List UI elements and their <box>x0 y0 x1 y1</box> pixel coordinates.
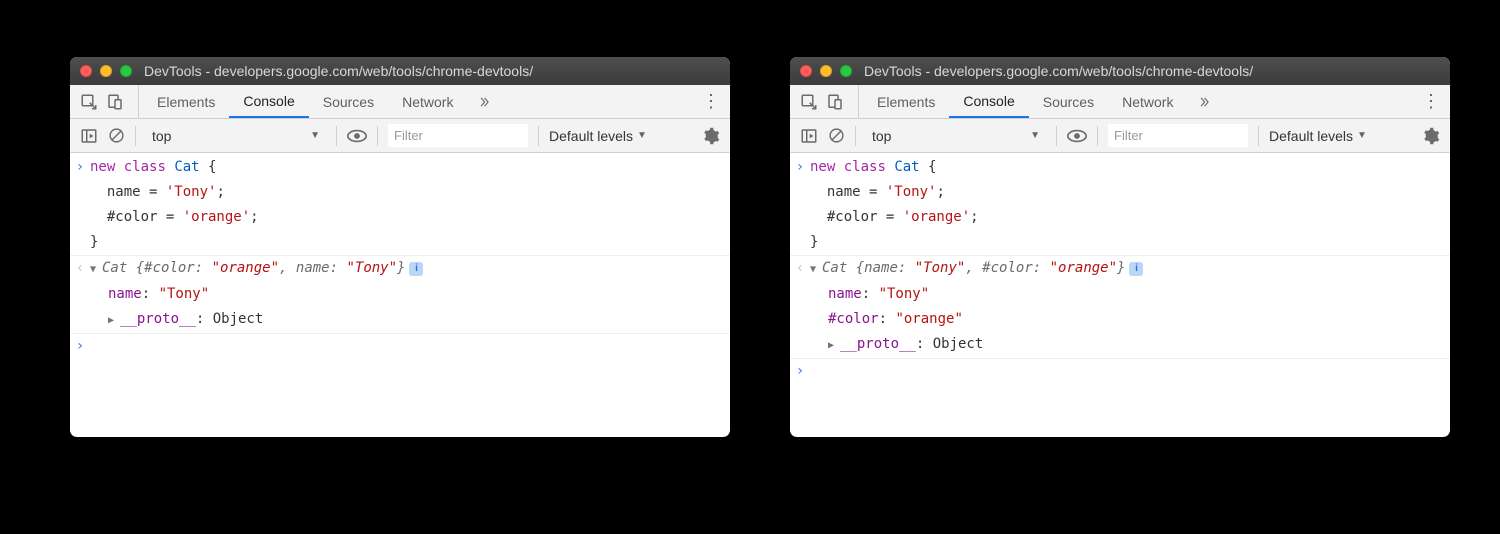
code-line: name = 'Tony'; <box>90 182 730 203</box>
chevron-right-icon[interactable] <box>828 334 840 356</box>
filter-input[interactable] <box>1108 124 1248 147</box>
prompt-row[interactable]: › <box>790 359 1450 384</box>
code-line: #color = 'orange'; <box>810 207 1450 228</box>
info-icon[interactable]: i <box>409 262 423 276</box>
prompt-row[interactable]: › <box>70 334 730 359</box>
prompt-icon: › <box>790 361 810 382</box>
input-row: › new class Cat { <box>70 155 730 180</box>
code-line: new class Cat { <box>90 157 730 178</box>
tab-console[interactable]: Console <box>949 85 1028 118</box>
tab-menu[interactable]: ⋮ <box>1422 85 1450 118</box>
devtools-window-left: DevTools - developers.google.com/web/too… <box>70 57 730 437</box>
filter-input[interactable] <box>388 124 528 147</box>
close-button[interactable] <box>800 65 812 77</box>
tab-network[interactable]: Network <box>388 85 467 118</box>
code-line: new class Cat { <box>810 157 1450 178</box>
levels-select[interactable]: Default levels ▼ <box>549 128 647 144</box>
tab-network[interactable]: Network <box>1108 85 1187 118</box>
tab-elements[interactable]: Elements <box>863 85 949 118</box>
console-toolbar: top ▼ Default levels ▼ <box>70 119 730 153</box>
object-summary[interactable]: Cat {#color: "orange", name: "Tony"}i <box>90 258 730 280</box>
console-toolbar: top ▼ Default levels ▼ <box>790 119 1450 153</box>
object-property[interactable]: name: "Tony" <box>90 284 730 305</box>
chevron-down-icon[interactable] <box>90 258 102 280</box>
dropdown-icon: ▼ <box>1357 130 1367 141</box>
output-icon: ‹ <box>790 258 810 280</box>
prompt-icon: › <box>790 157 810 178</box>
inspect-icon[interactable] <box>80 93 106 111</box>
tab-list: Elements Console Sources Network <box>139 85 501 118</box>
code-line: #color = 'orange'; <box>90 207 730 228</box>
object-property[interactable]: name: "Tony" <box>810 284 1450 305</box>
maximize-button[interactable] <box>840 65 852 77</box>
chevron-down-icon[interactable] <box>810 258 822 280</box>
tab-console[interactable]: Console <box>229 85 308 118</box>
context-select[interactable]: top ▼ <box>146 126 326 146</box>
minimize-button[interactable] <box>820 65 832 77</box>
object-summary[interactable]: Cat {name: "Tony", #color: "orange"}i <box>810 258 1450 280</box>
prompt-icon: › <box>70 336 90 357</box>
code-line: } <box>90 232 730 253</box>
console-output[interactable]: › new class Cat { name = 'Tony'; #color … <box>70 153 730 437</box>
levels-select[interactable]: Default levels ▼ <box>1269 128 1367 144</box>
tab-list: Elements Console Sources Network <box>859 85 1221 118</box>
window-title: DevTools - developers.google.com/web/too… <box>144 63 533 79</box>
settings-icon[interactable] <box>1422 127 1440 145</box>
tab-sources[interactable]: Sources <box>1029 85 1108 118</box>
titlebar[interactable]: DevTools - developers.google.com/web/too… <box>70 57 730 85</box>
sidebar-toggle-icon[interactable] <box>80 127 98 145</box>
tab-elements[interactable]: Elements <box>143 85 229 118</box>
inspect-icon[interactable] <box>800 93 826 111</box>
object-proto[interactable]: __proto__: Object <box>90 309 730 331</box>
device-toggle-icon[interactable] <box>106 93 132 111</box>
dropdown-icon: ▼ <box>637 130 647 141</box>
console-output[interactable]: › new class Cat { name = 'Tony'; #color … <box>790 153 1450 437</box>
context-value: top <box>152 128 171 144</box>
more-tabs-button[interactable] <box>1187 85 1221 118</box>
tab-sources[interactable]: Sources <box>309 85 388 118</box>
settings-icon[interactable] <box>702 127 720 145</box>
devtools-window-right: DevTools - developers.google.com/web/too… <box>790 57 1450 437</box>
clear-console-icon[interactable] <box>108 127 125 144</box>
output-row: ‹ Cat {#color: "orange", name: "Tony"}i <box>70 256 730 282</box>
output-icon: ‹ <box>70 258 90 280</box>
levels-label: Default levels <box>1269 128 1353 144</box>
minimize-button[interactable] <box>100 65 112 77</box>
window-title: DevTools - developers.google.com/web/too… <box>864 63 1253 79</box>
prompt-icon: › <box>70 157 90 178</box>
dropdown-icon: ▼ <box>310 130 320 141</box>
tab-strip: Elements Console Sources Network ⋮ <box>790 85 1450 119</box>
dropdown-icon: ▼ <box>1030 130 1040 141</box>
inspect-tools <box>70 85 139 118</box>
inspect-tools <box>790 85 859 118</box>
clear-console-icon[interactable] <box>828 127 845 144</box>
live-expression-icon[interactable] <box>347 129 367 143</box>
tab-strip: Elements Console Sources Network ⋮ <box>70 85 730 119</box>
input-row: › new class Cat { <box>790 155 1450 180</box>
output-row: ‹ Cat {name: "Tony", #color: "orange"}i <box>790 256 1450 282</box>
maximize-button[interactable] <box>120 65 132 77</box>
code-line: name = 'Tony'; <box>810 182 1450 203</box>
tab-menu[interactable]: ⋮ <box>702 85 730 118</box>
context-value: top <box>872 128 891 144</box>
sidebar-toggle-icon[interactable] <box>800 127 818 145</box>
levels-label: Default levels <box>549 128 633 144</box>
device-toggle-icon[interactable] <box>826 93 852 111</box>
object-property[interactable]: #color: "orange" <box>810 309 1450 330</box>
traffic-lights <box>800 65 852 77</box>
traffic-lights <box>80 65 132 77</box>
object-proto[interactable]: __proto__: Object <box>810 334 1450 356</box>
close-button[interactable] <box>80 65 92 77</box>
info-icon[interactable]: i <box>1129 262 1143 276</box>
more-tabs-button[interactable] <box>467 85 501 118</box>
context-select[interactable]: top ▼ <box>866 126 1046 146</box>
titlebar[interactable]: DevTools - developers.google.com/web/too… <box>790 57 1450 85</box>
chevron-right-icon[interactable] <box>108 309 120 331</box>
live-expression-icon[interactable] <box>1067 129 1087 143</box>
code-line: } <box>810 232 1450 253</box>
